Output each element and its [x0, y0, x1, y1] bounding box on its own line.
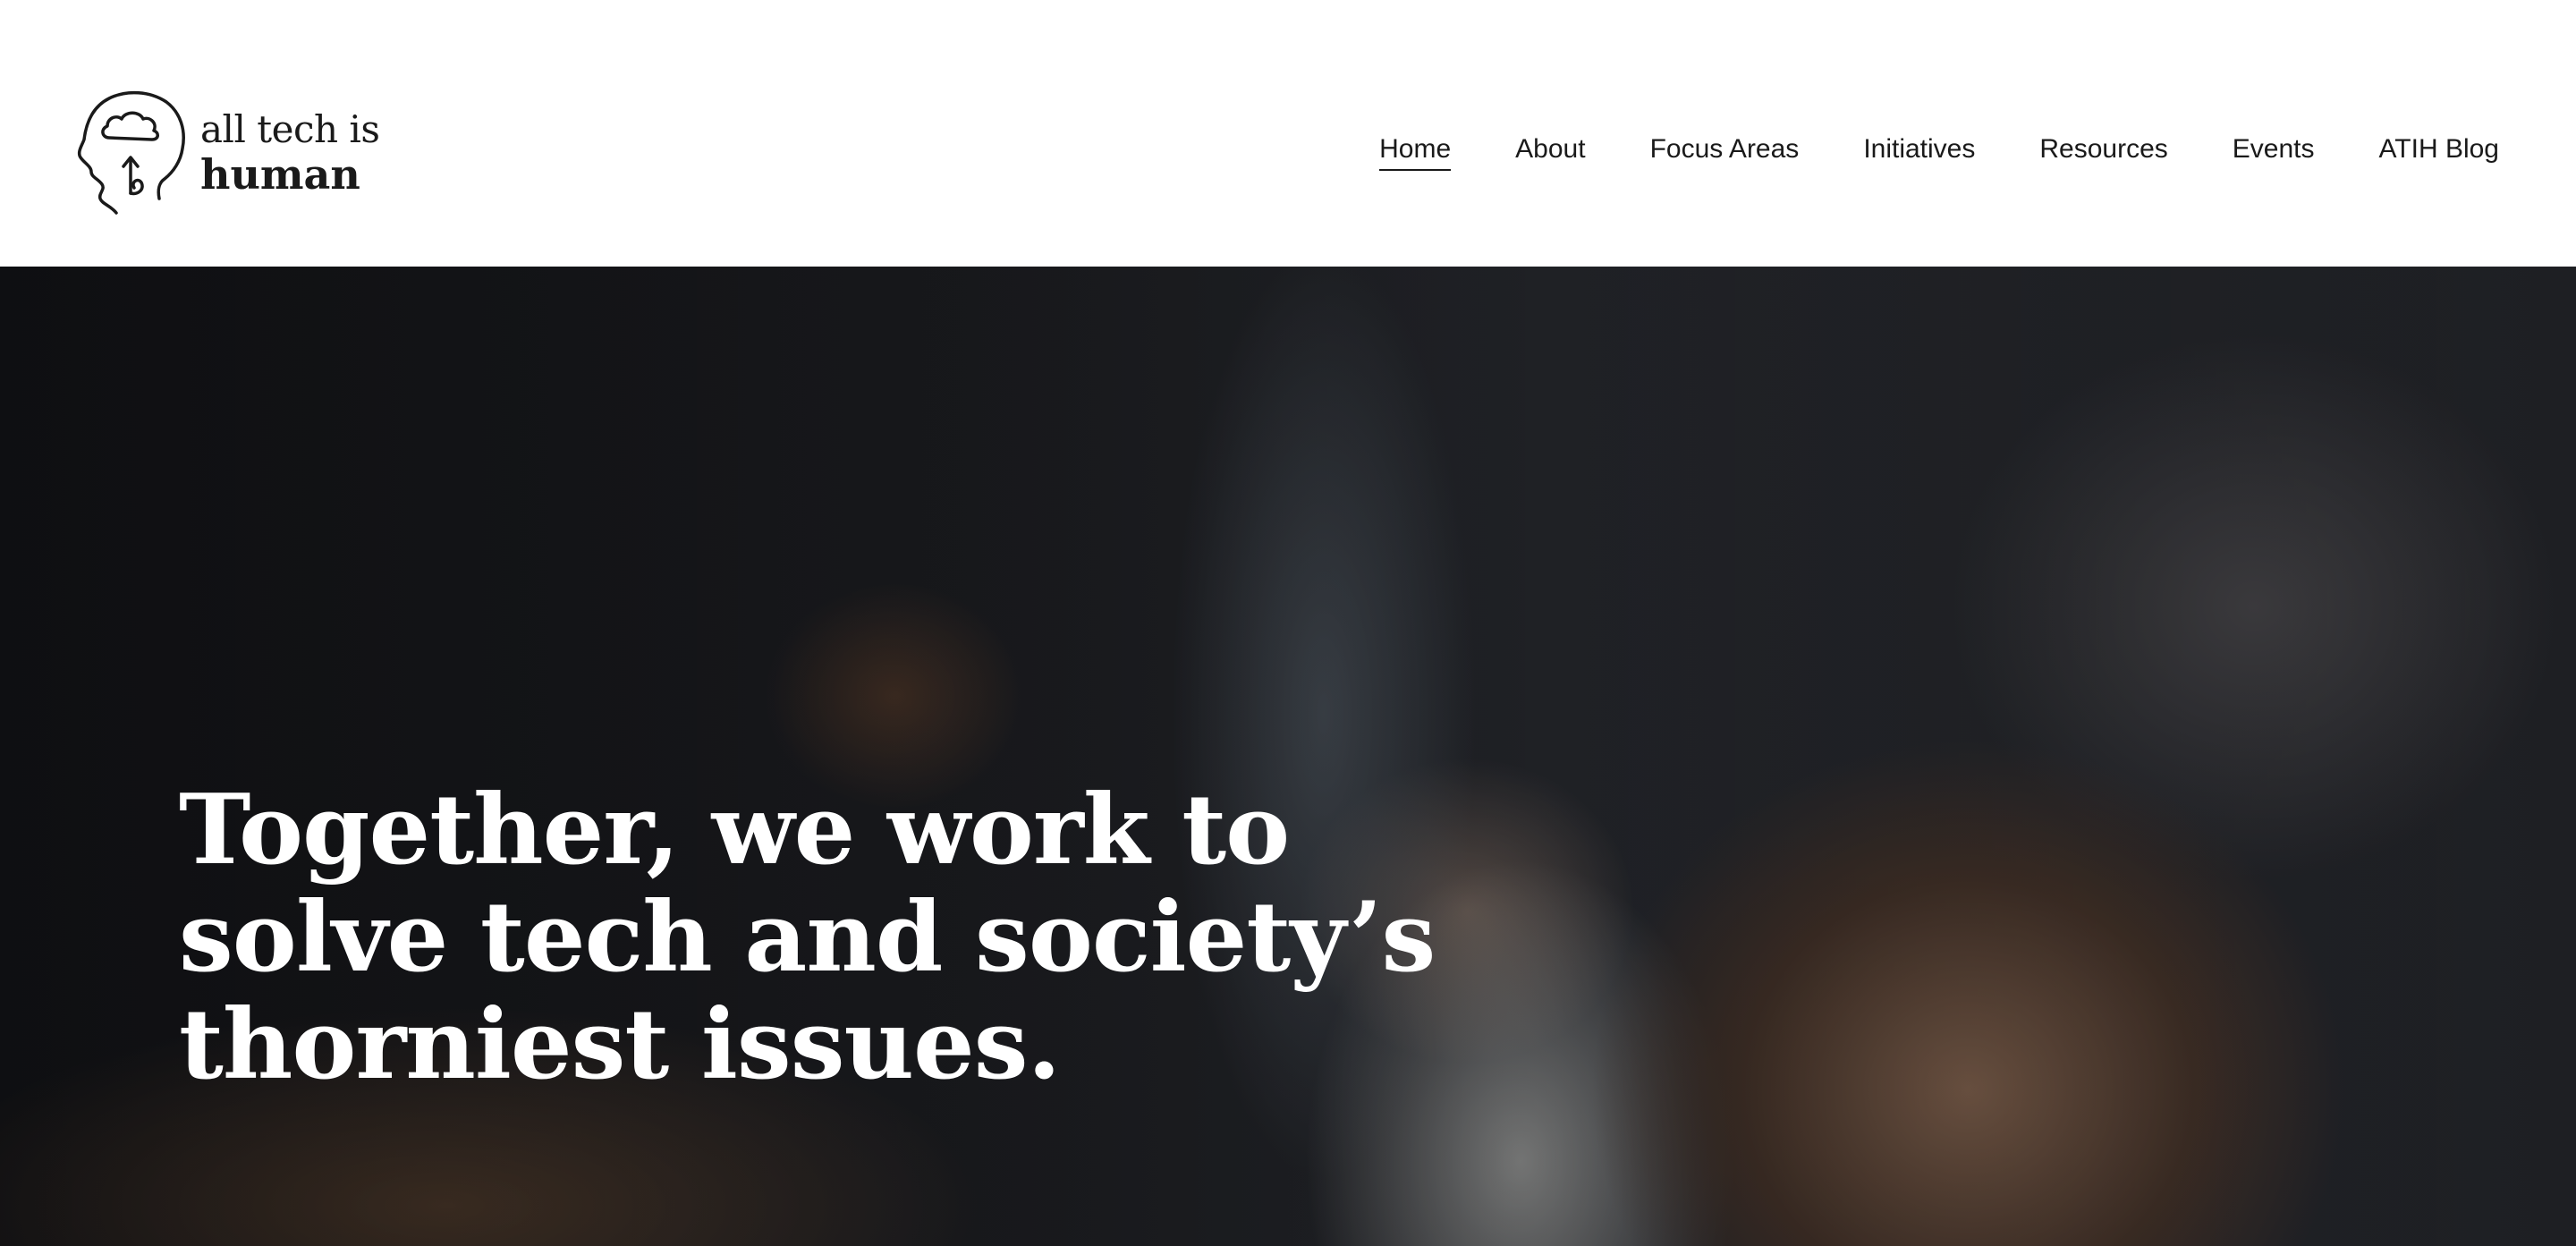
nav-item-focus-areas[interactable]: Focus Areas: [1650, 134, 1800, 171]
nav-item-initiatives[interactable]: Initiatives: [1863, 134, 1975, 171]
nav-item-home[interactable]: Home: [1379, 134, 1452, 171]
nav-item-events[interactable]: Events: [2233, 134, 2315, 171]
logo-text-line2: human: [200, 150, 360, 199]
site-header: all tech is human Home About Focus Areas…: [0, 0, 2576, 267]
hero-headline: Together, we work to solve tech and soci…: [179, 774, 1436, 1101]
site-logo[interactable]: all tech is human: [75, 89, 380, 216]
nav-item-about[interactable]: About: [1515, 134, 1585, 171]
main-nav: Home About Focus Areas Initiatives Resou…: [1379, 134, 2499, 171]
nav-item-resources[interactable]: Resources: [2039, 134, 2167, 171]
head-with-cloud-icon: [77, 90, 185, 215]
logo-text-line1: all tech is: [200, 107, 380, 151]
hero-section: Together, we work to solve tech and soci…: [0, 267, 2576, 1246]
nav-item-atih-blog[interactable]: ATIH Blog: [2379, 134, 2500, 171]
